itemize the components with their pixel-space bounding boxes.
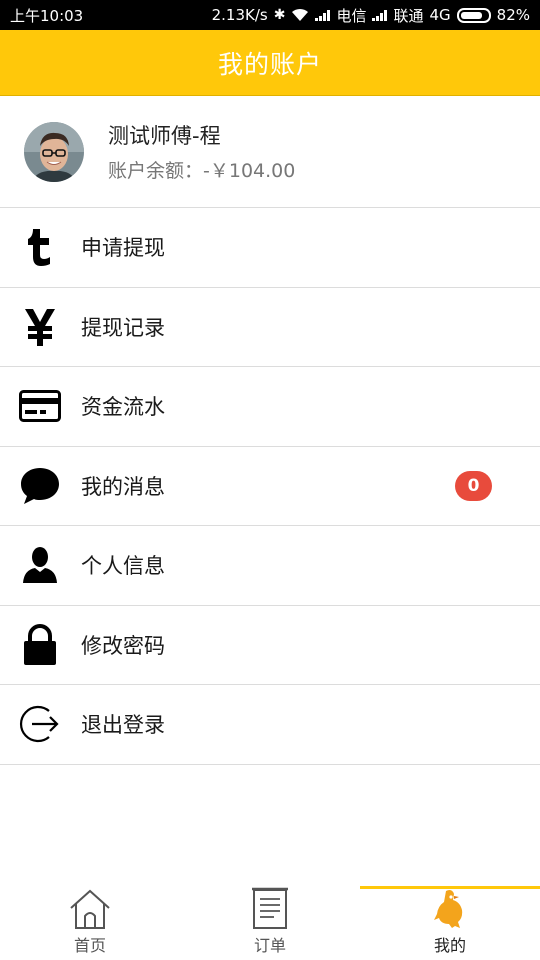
yen-icon — [19, 306, 61, 348]
credit-card-icon — [19, 385, 61, 427]
battery-icon — [456, 7, 491, 23]
menu-item-label: 退出登录 — [81, 713, 165, 738]
menu-item-withdraw[interactable]: 申请提现 — [0, 208, 540, 288]
tumblr-t-icon — [19, 226, 61, 268]
header: 我的账户 — [0, 30, 540, 96]
document-icon — [252, 887, 288, 929]
chat-bubble-icon — [19, 465, 61, 507]
menu-item-label: 个人信息 — [81, 554, 165, 579]
status-carrier1: 电信 — [336, 6, 367, 25]
user-icon — [19, 544, 61, 586]
menu-item-label: 我的消息 — [81, 474, 165, 499]
home-icon — [70, 889, 110, 929]
page-title: 我的账户 — [217, 49, 322, 79]
lock-icon — [19, 623, 61, 666]
menu-list: 申请提现 提现记录 资金流水 我的消息 0 个人信息 修改密码 退出登录 — [0, 208, 540, 765]
balance-value: -￥104.00 — [203, 160, 296, 182]
avatar[interactable] — [24, 121, 84, 182]
tab-home[interactable]: 首页 — [0, 886, 180, 960]
status-bar: 上午10:03 2.13K/s ✱ 电信 联通 4G 82% — [0, 0, 540, 30]
status-carrier2: 联通 — [393, 6, 424, 25]
bottom-tab-bar: 首页 订单 我的 — [0, 886, 540, 960]
status-battery: 82% — [496, 6, 530, 24]
bluetooth-icon: ✱ — [273, 7, 286, 23]
menu-item-messages[interactable]: 我的消息 0 — [0, 447, 540, 526]
tab-label: 我的 — [433, 936, 466, 955]
sign-out-icon — [19, 703, 61, 745]
menu-item-label: 修改密码 — [81, 633, 165, 658]
user-name: 测试师傅-程 — [108, 124, 221, 148]
tab-mine[interactable]: 我的 — [360, 886, 540, 960]
account-balance: 账户余额： -￥104.00 — [108, 156, 295, 183]
tab-label: 首页 — [73, 936, 106, 955]
menu-item-label: 申请提现 — [81, 236, 165, 261]
menu-item-label: 提现记录 — [81, 315, 165, 340]
signal-icon — [372, 9, 388, 21]
unread-badge: 0 — [455, 470, 492, 501]
profile-card[interactable]: 测试师傅-程 账户余额： -￥104.00 — [0, 96, 540, 208]
signal-icon — [315, 9, 331, 21]
status-time: 上午10:03 — [10, 6, 84, 25]
status-speed: 2.13K/s — [211, 6, 268, 24]
wifi-icon — [292, 8, 309, 21]
status-network: 4G — [429, 6, 451, 24]
balance-label: 账户余额： — [108, 160, 204, 182]
menu-item-personal-info[interactable]: 个人信息 — [0, 526, 540, 606]
menu-item-fund-flow[interactable]: 资金流水 — [0, 367, 540, 447]
menu-item-logout[interactable]: 退出登录 — [0, 685, 540, 765]
menu-item-label: 资金流水 — [81, 395, 165, 420]
mascot-icon — [434, 890, 463, 928]
menu-item-change-password[interactable]: 修改密码 — [0, 606, 540, 685]
menu-item-withdraw-records[interactable]: 提现记录 — [0, 288, 540, 367]
tab-orders[interactable]: 订单 — [180, 886, 360, 960]
tab-label: 订单 — [253, 936, 286, 955]
